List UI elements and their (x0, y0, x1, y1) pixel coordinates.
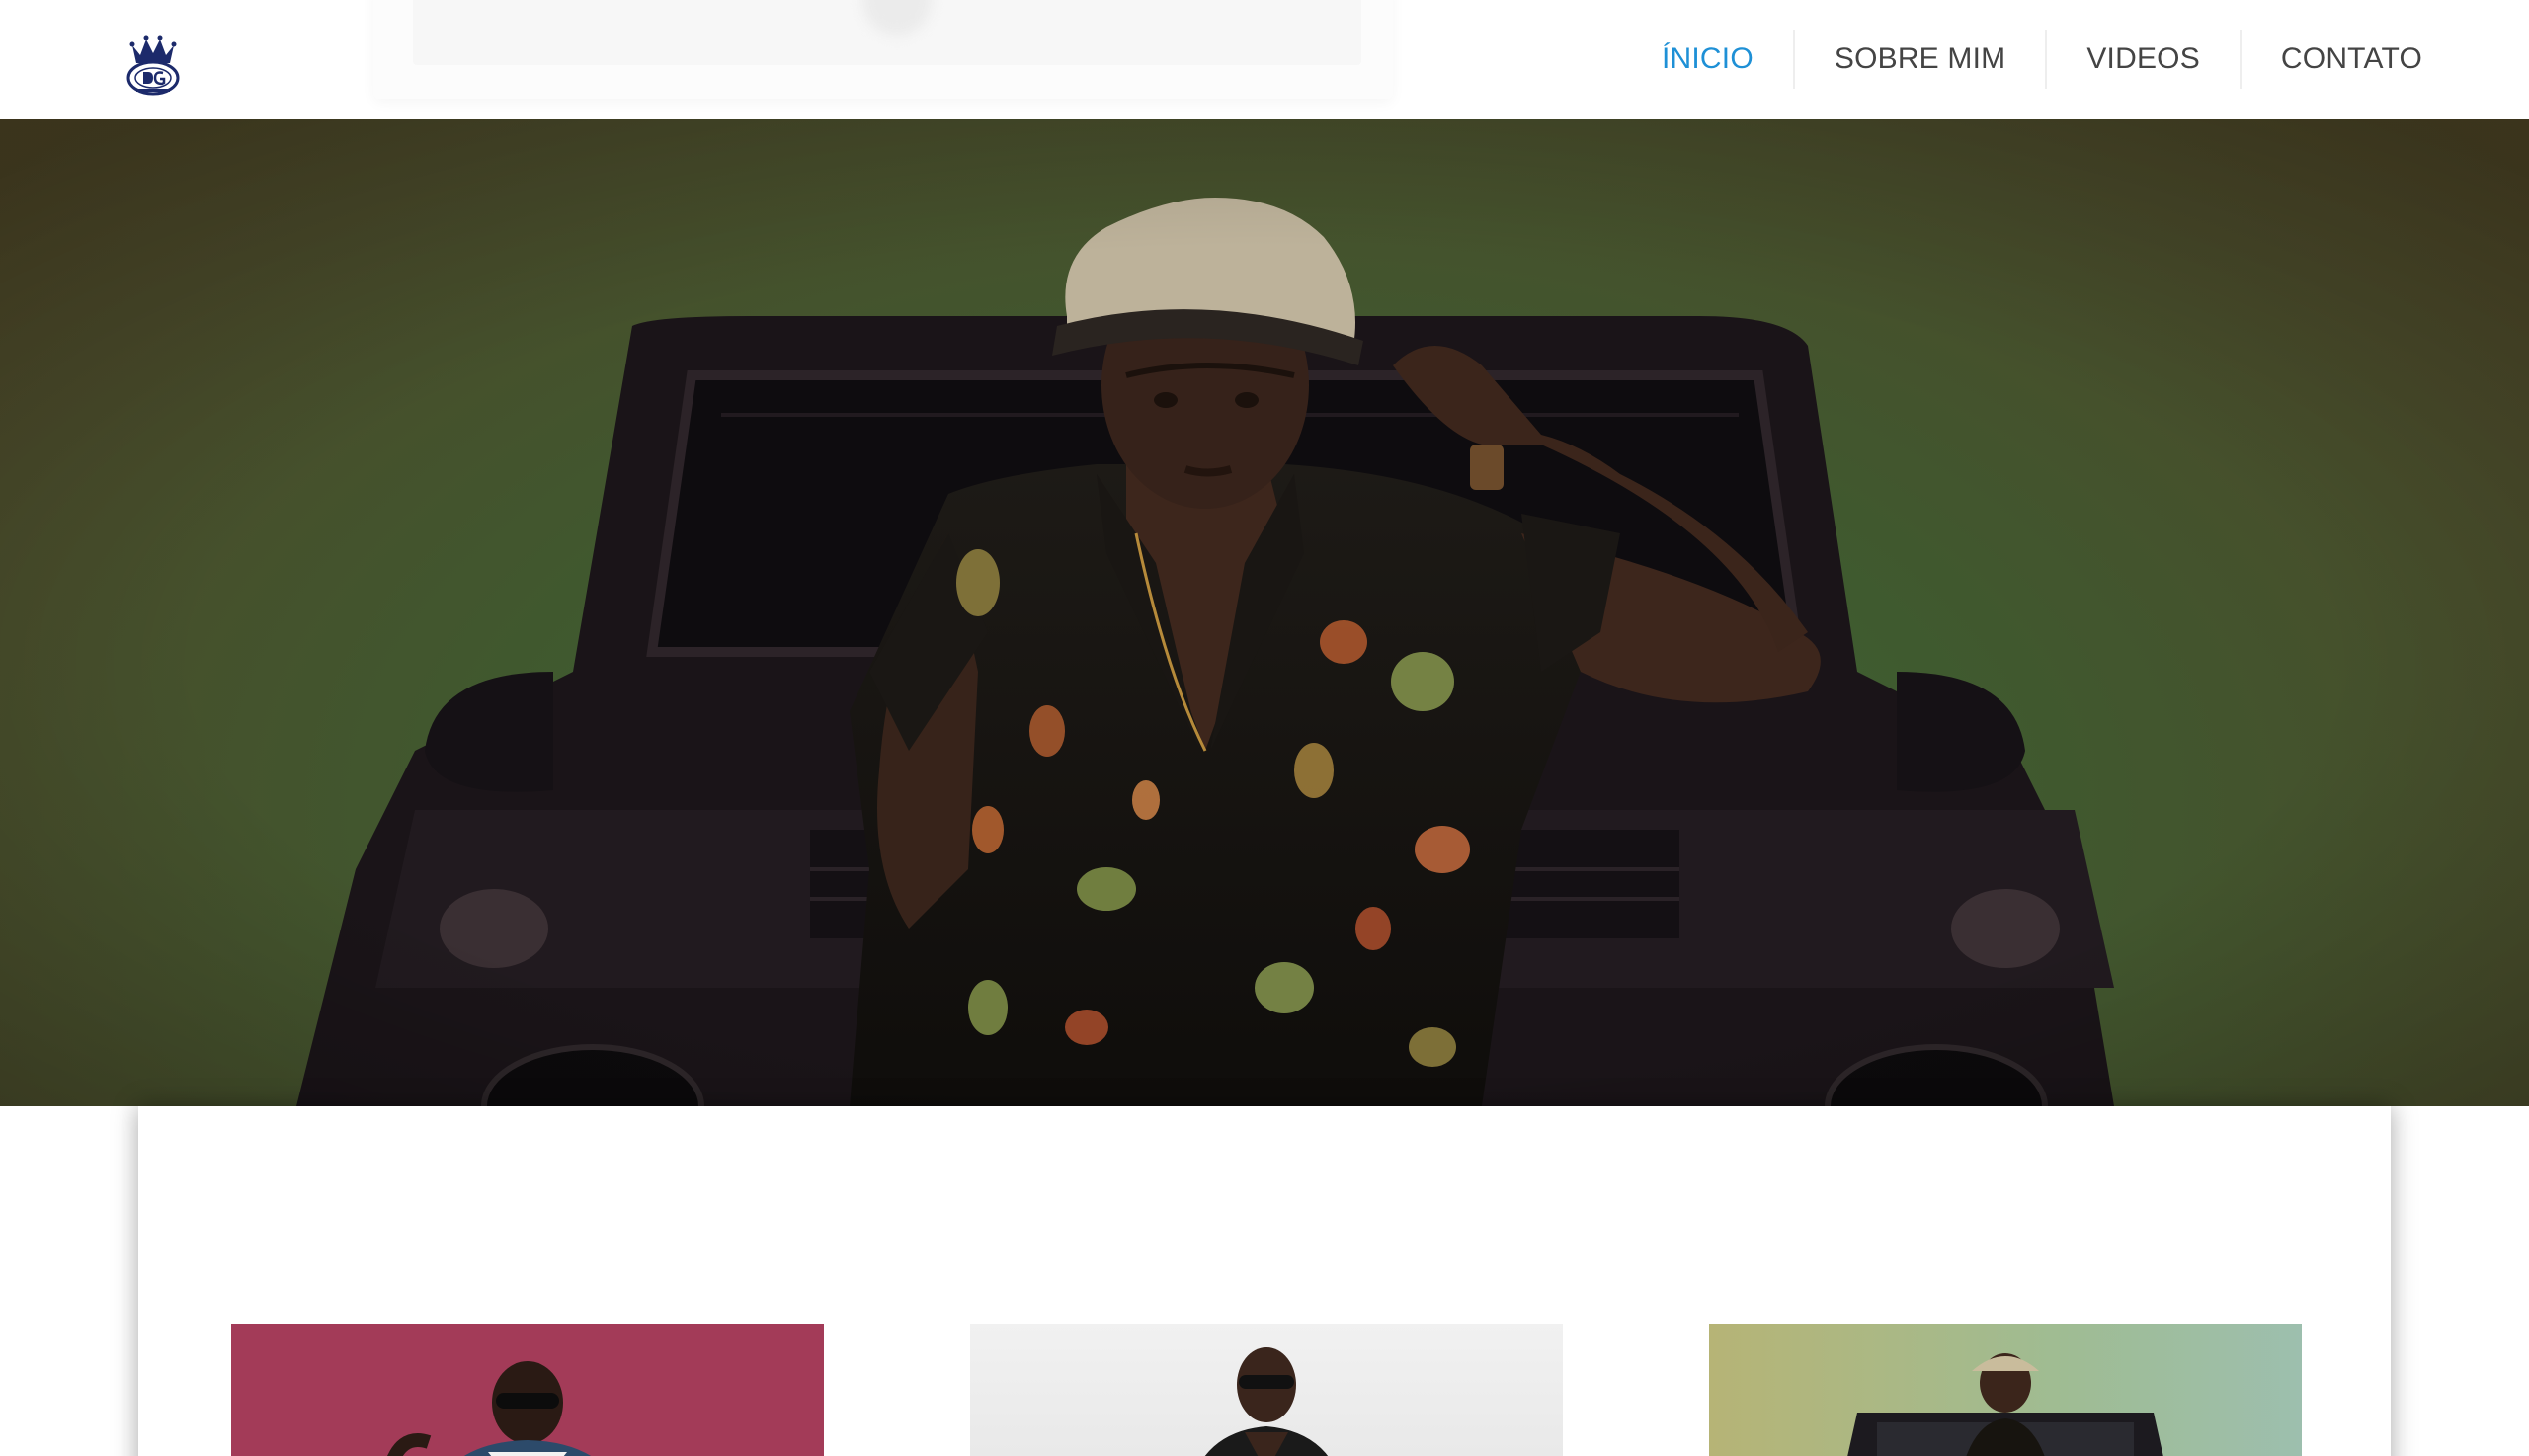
gallery-thumb-3[interactable] (1709, 1324, 2302, 1456)
gallery-thumb-2[interactable] (970, 1324, 1563, 1456)
hero-image (0, 119, 2529, 1106)
gallery-thumb-1[interactable] (231, 1324, 824, 1456)
nav-item-inicio[interactable]: ÍNICIO (1622, 30, 1793, 89)
main-nav: ÍNICIO SOBRE MIM VIDEOS CONTATO (1622, 30, 2462, 89)
hero-banner (0, 119, 2529, 1106)
nav-item-videos[interactable]: VIDEOS (2045, 30, 2240, 89)
header-ghost-panel (373, 0, 1393, 99)
gallery-card (138, 1106, 2391, 1456)
logo-icon[interactable] (124, 26, 182, 97)
site-header: ÍNICIO SOBRE MIM VIDEOS CONTATO (0, 0, 2529, 119)
nav-item-sobre-mim[interactable]: SOBRE MIM (1792, 30, 2045, 89)
nav-item-contato[interactable]: CONTATO (2239, 30, 2462, 89)
